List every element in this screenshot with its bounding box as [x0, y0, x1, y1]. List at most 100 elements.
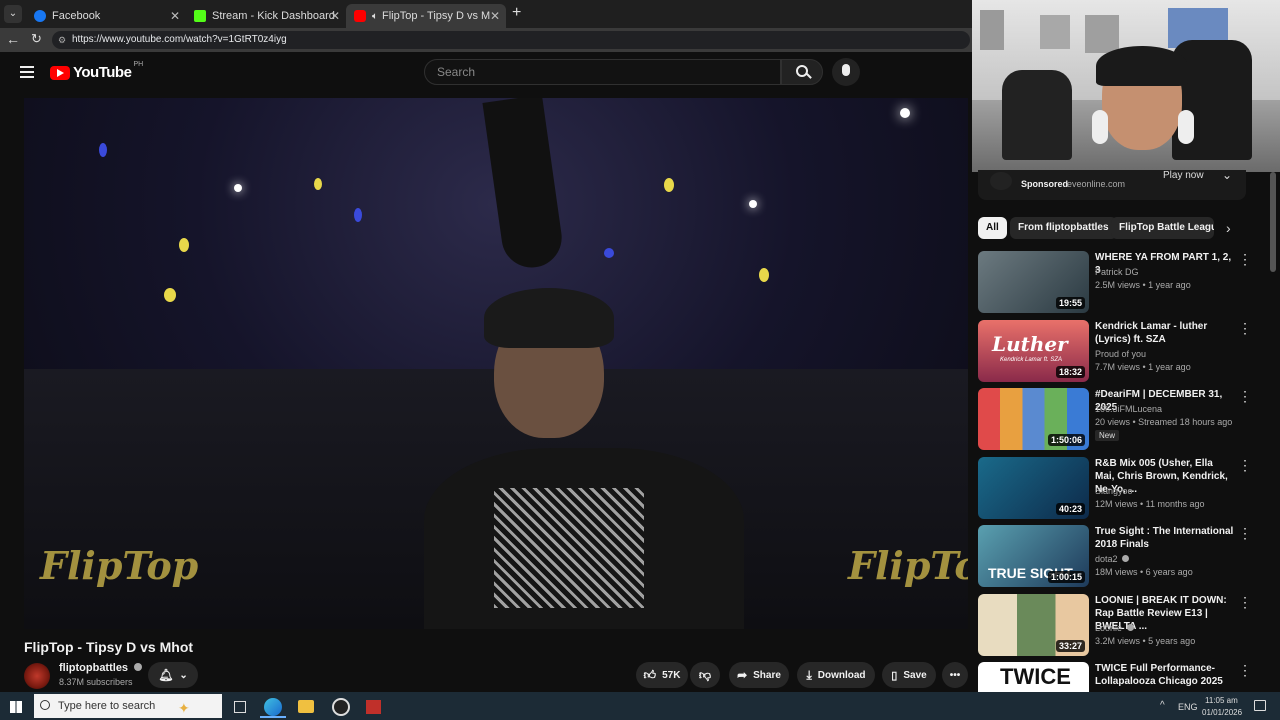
save-button[interactable]: ▯ Save — [882, 662, 936, 688]
recommendation-channel[interactable]: Loonie — [1095, 623, 1134, 633]
youtube-icon — [354, 10, 366, 22]
duration-badge: 33:27 — [1055, 640, 1085, 652]
video-thumbnail[interactable]: 40:23 — [978, 457, 1089, 519]
chip-fliptop-league[interactable]: FlipTop Battle Leagu — [1111, 217, 1214, 239]
tab-youtube[interactable]: 🔈︎ FlipTop - Tipsy D vs Mhot - Yo ✕ — [346, 4, 506, 28]
recommendation-title[interactable]: TWICE Full Performance- Lollapalooza Chi… — [1095, 662, 1235, 688]
reload-icon[interactable]: ↻ — [31, 31, 42, 47]
menu-icon[interactable] — [20, 66, 34, 78]
download-button[interactable]: ⤓ Download — [797, 662, 875, 688]
more-horizontal-icon: ••• — [949, 669, 961, 681]
video-player[interactable]: FlipTop FlipTop — [24, 98, 968, 629]
video-thumbnail[interactable]: 19:55 — [978, 251, 1089, 313]
recommendation-channel[interactable]: Proud of you — [1095, 349, 1146, 359]
recommendation-item[interactable]: 40:23 R&B Mix 005 (Usher, Ella Mai, Chri… — [978, 457, 1268, 521]
more-vertical-icon[interactable]: ⋮ — [1238, 388, 1252, 405]
recommendation-channel[interactable]: 106.3iFMLucena — [1095, 404, 1162, 414]
more-vertical-icon[interactable]: ⋮ — [1238, 251, 1252, 268]
thumbnail-subtext: Kendrick Lamar ft. SZA — [1000, 357, 1063, 363]
speaker-icon[interactable]: 🔈︎ — [372, 11, 378, 22]
url-field[interactable]: ⚙ https://www.youtube.com/watch?v=1GtRT0… — [52, 31, 970, 49]
recommendation-meta: 12M views • 11 months ago — [1095, 499, 1205, 509]
share-button[interactable]: ➦ Share — [729, 662, 789, 688]
more-vertical-icon[interactable]: ⋮ — [1238, 662, 1252, 679]
back-icon[interactable]: ← — [6, 31, 20, 47]
recommendation-item[interactable]: 33:27 LOONIE | BREAK IT DOWN: Rap Battle… — [978, 594, 1268, 658]
recommendation-channel[interactable]: Slangyoo — [1095, 486, 1133, 496]
ad-play-now-button[interactable]: Play now — [1163, 170, 1204, 181]
video-thumbnail[interactable]: TWICE — [978, 662, 1089, 692]
recommendation-meta: 3.2M views • 5 years ago — [1095, 636, 1196, 646]
notification-bell-button[interactable]: 🔔︎ ⌄ — [148, 662, 198, 688]
more-actions-button[interactable]: ••• — [942, 662, 968, 688]
recommendation-item[interactable]: Luther Kendrick Lamar ft. SZA 18:32 Kend… — [978, 320, 1268, 384]
share-icon: ➦ — [737, 668, 748, 682]
recommendation-item[interactable]: 19:55 WHERE YA FROM PART 1, 2, 3 Patrick… — [978, 251, 1268, 315]
more-vertical-icon[interactable]: ⋮ — [1238, 525, 1252, 542]
close-tab-icon[interactable]: ✕ — [170, 9, 180, 23]
recommendation-title[interactable]: True Sight : The International 2018 Fina… — [1095, 525, 1235, 551]
voice-search-button[interactable] — [832, 58, 860, 86]
url-text: https://www.youtube.com/watch?v=1GtRT0z4… — [72, 34, 287, 45]
taskbar-search-input[interactable]: Type here to search ✦ — [34, 694, 222, 718]
search-input[interactable]: Search — [424, 59, 781, 85]
youtube-logo[interactable]: YouTube PH — [50, 61, 143, 81]
channel-name[interactable]: fliptopbattles — [59, 662, 143, 674]
sidebar-scrollbar[interactable] — [1270, 172, 1276, 272]
clock-time[interactable]: 11:05 am — [1205, 696, 1238, 705]
more-vertical-icon[interactable]: ⋮ — [1238, 320, 1252, 337]
clock-date[interactable]: 01/01/2026 — [1202, 708, 1242, 717]
recommendation-title[interactable]: Kendrick Lamar - luther (Lyrics) ft. SZA — [1095, 320, 1235, 346]
subscriber-count: 8.37M subscribers — [59, 677, 133, 687]
task-view-icon[interactable] — [234, 701, 246, 713]
thumbnail-text: TWICE — [1000, 664, 1071, 689]
recommendation-item[interactable]: TWICE TWICE Full Performance- Lollapaloo… — [978, 662, 1268, 692]
webcam-overlay — [972, 0, 1280, 172]
more-vertical-icon[interactable]: ⋮ — [1238, 594, 1252, 611]
facebook-icon — [34, 10, 46, 22]
tray-overflow-icon[interactable]: ^ — [1160, 700, 1165, 711]
search-highlight-icon: ✦ — [178, 700, 190, 716]
recommendation-channel[interactable]: Patrick DG — [1095, 267, 1139, 277]
dislike-button[interactable]: 👎︎ — [690, 662, 720, 688]
chevron-down-icon: ⌄ — [179, 669, 188, 681]
recommendation-channel[interactable]: dota2 — [1095, 554, 1130, 564]
new-tab-icon[interactable]: + — [512, 4, 521, 22]
recommendation-item[interactable]: 1:50:06 #DeariFM | DECEMBER 31, 2025 106… — [978, 388, 1268, 452]
chevron-down-icon[interactable]: ⌄ — [1222, 168, 1232, 182]
video-watermark-right: FlipTop — [848, 543, 968, 588]
site-info-icon[interactable]: ⚙ — [58, 31, 66, 49]
video-thumbnail[interactable]: 1:50:06 — [978, 388, 1089, 450]
chip-from-channel[interactable]: From fliptopbattles — [1010, 217, 1117, 239]
tab-facebook[interactable]: Facebook ✕ — [26, 4, 186, 28]
video-thumbnail[interactable]: Luther Kendrick Lamar ft. SZA 18:32 — [978, 320, 1089, 382]
app-icon-red[interactable] — [366, 700, 381, 714]
recommendation-item[interactable]: TRUE SIGHT 1:00:15 True Sight : The Inte… — [978, 525, 1268, 589]
close-tab-icon[interactable]: ✕ — [330, 9, 340, 23]
obs-icon[interactable] — [332, 698, 350, 716]
close-tab-icon[interactable]: ✕ — [490, 9, 500, 23]
verified-icon — [134, 663, 143, 671]
youtube-logo-text: YouTube — [73, 64, 132, 81]
channel-avatar[interactable] — [24, 663, 50, 689]
streamer — [1092, 46, 1202, 172]
file-explorer-icon[interactable] — [298, 700, 314, 713]
video-thumbnail[interactable]: 33:27 — [978, 594, 1089, 656]
tab-kick[interactable]: Stream - Kick Dashboard ✕ — [186, 4, 346, 28]
windows-start-icon[interactable] — [10, 701, 22, 713]
sponsored-ad[interactable]: Sponsored eveonline.com Play now ⌄ — [978, 168, 1246, 200]
verified-icon — [1122, 555, 1130, 562]
bell-icon: 🔔︎ — [158, 668, 174, 682]
search-button[interactable] — [781, 59, 823, 85]
tab-list-dropdown-icon[interactable]: ⌄ — [4, 5, 22, 23]
edge-icon[interactable] — [264, 698, 282, 716]
like-button[interactable]: 👍︎ 57K — [636, 662, 688, 688]
search-icon — [40, 700, 50, 710]
language-indicator[interactable]: ENG — [1178, 702, 1198, 712]
notifications-icon[interactable] — [1254, 700, 1266, 711]
more-vertical-icon[interactable]: ⋮ — [1238, 457, 1252, 474]
video-thumbnail[interactable]: TRUE SIGHT 1:00:15 — [978, 525, 1089, 587]
chevron-right-icon[interactable]: › — [1226, 220, 1231, 236]
chip-all[interactable]: All — [978, 217, 1007, 239]
recommendation-meta: 7.7M views • 1 year ago — [1095, 362, 1191, 372]
